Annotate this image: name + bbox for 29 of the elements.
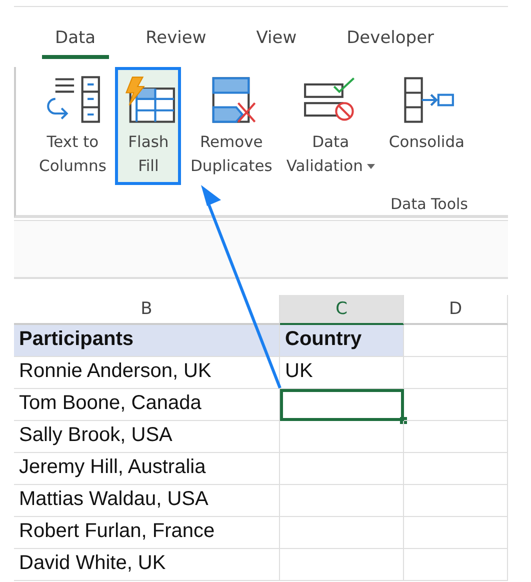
- table-cell[interactable]: UK: [280, 357, 404, 389]
- table-cell: David White, UK: [14, 549, 280, 581]
- table-cell: Sally Brook, USA: [14, 421, 280, 453]
- table-cell[interactable]: [280, 549, 404, 581]
- text-to-columns-icon: [44, 76, 101, 124]
- ribbon-button[interactable]: Text to Columns: [34, 67, 112, 186]
- table-cell: Tom Boone, Canada: [14, 389, 280, 421]
- table-cell[interactable]: [280, 421, 404, 453]
- ribbon-button[interactable]: Data Validation: [281, 67, 380, 186]
- group-label: Data Tools: [390, 195, 468, 213]
- ribbon-button[interactable]: Remove Duplicates: [185, 67, 278, 186]
- table-cell[interactable]: [280, 485, 404, 517]
- ribbon-tab[interactable]: View: [243, 27, 310, 59]
- column-header[interactable]: C: [280, 295, 404, 325]
- table-cell[interactable]: [280, 453, 404, 485]
- table-cell: Robert Furlan, France: [14, 517, 280, 549]
- table-cell: Mattias Waldau, USA: [14, 485, 280, 517]
- table-cell[interactable]: [280, 517, 404, 549]
- table-cell: Participants: [14, 325, 280, 357]
- ribbon-button[interactable]: Flash Fill: [115, 67, 182, 186]
- ribbon-tab[interactable]: Data: [42, 27, 109, 59]
- ribbon-button[interactable]: Consolida: [384, 67, 470, 162]
- active-cell[interactable]: [280, 389, 404, 421]
- table-cell: Jeremy Hill, Australia: [14, 453, 280, 485]
- ribbon-tab[interactable]: Review: [132, 27, 220, 59]
- column-header[interactable]: D: [404, 295, 508, 325]
- table-cell: Country: [280, 325, 404, 357]
- ribbon-tab[interactable]: Developer: [334, 27, 448, 59]
- table-cell: Ronnie Anderson, UK: [14, 357, 280, 389]
